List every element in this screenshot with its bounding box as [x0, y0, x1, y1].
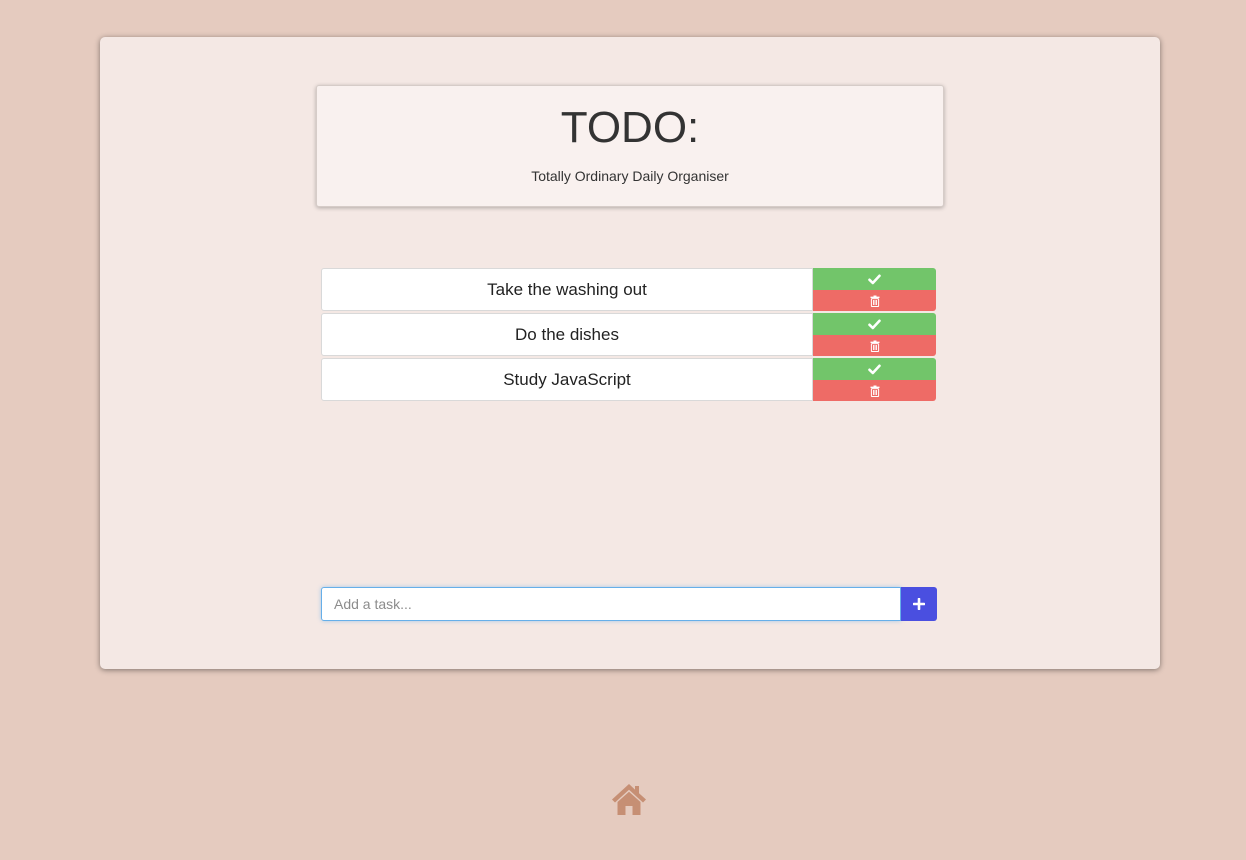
trash-icon	[870, 340, 879, 352]
task-actions	[813, 268, 936, 311]
todo-card: TODO: Totally Ordinary Daily Organiser T…	[100, 37, 1160, 669]
task-actions	[813, 313, 936, 356]
check-icon	[868, 274, 881, 284]
trash-icon	[870, 385, 879, 397]
plus-icon	[913, 598, 925, 610]
page-subtitle: Totally Ordinary Daily Organiser	[531, 168, 729, 184]
task-label: Do the dishes	[321, 313, 813, 356]
task-list: Take the washing out Do the dishes Study…	[321, 268, 937, 403]
delete-task-button[interactable]	[813, 290, 936, 311]
task-actions	[813, 358, 936, 401]
complete-task-button[interactable]	[813, 268, 936, 290]
home-icon	[612, 784, 646, 815]
delete-task-button[interactable]	[813, 335, 936, 356]
page-title: TODO:	[560, 103, 700, 152]
list-item: Do the dishes	[321, 313, 937, 356]
header: TODO: Totally Ordinary Daily Organiser	[316, 85, 944, 207]
complete-task-button[interactable]	[813, 313, 936, 335]
task-label: Take the washing out	[321, 268, 813, 311]
trash-icon	[870, 295, 879, 307]
list-item: Study JavaScript	[321, 358, 937, 401]
home-link[interactable]	[610, 781, 648, 817]
add-task-form	[321, 587, 937, 621]
delete-task-button[interactable]	[813, 380, 936, 401]
check-icon	[868, 319, 881, 329]
check-icon	[868, 364, 881, 374]
add-task-button[interactable]	[901, 587, 937, 621]
add-task-input[interactable]	[321, 587, 901, 621]
list-item: Take the washing out	[321, 268, 937, 311]
complete-task-button[interactable]	[813, 358, 936, 380]
task-label: Study JavaScript	[321, 358, 813, 401]
